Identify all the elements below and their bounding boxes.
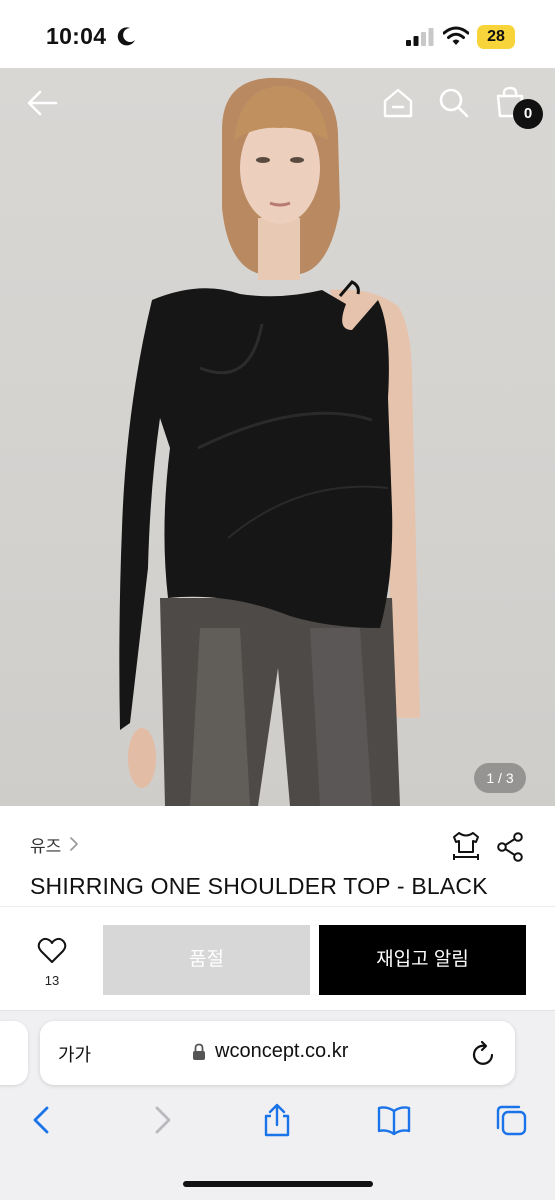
lock-icon	[193, 1043, 205, 1060]
url-text: wconcept.co.kr	[215, 1040, 349, 1062]
text-size-button[interactable]: 가가	[58, 1041, 91, 1067]
restock-alert-button[interactable]: 재입고 알림	[319, 925, 526, 995]
model-photo	[119, 77, 420, 806]
reload-icon[interactable]	[471, 1039, 497, 1067]
browser-toolbar: 가가 wconcept.co.kr	[0, 1010, 555, 1200]
search-icon[interactable]	[437, 86, 471, 120]
bookmarks-icon[interactable]	[377, 1103, 411, 1137]
product-image[interactable]: 0 1 / 3	[0, 68, 555, 806]
battery-indicator: 28	[477, 25, 515, 49]
back-arrow-icon[interactable]	[26, 86, 60, 120]
share-icon[interactable]	[496, 832, 524, 862]
heart-icon	[37, 937, 67, 963]
brand-name: 유즈	[30, 836, 62, 856]
status-bar: 10:04 28	[0, 0, 555, 68]
wishlist-button[interactable]: 13	[30, 937, 74, 988]
home-indicator	[183, 1181, 373, 1187]
moon-icon	[117, 27, 135, 46]
sold-out-button[interactable]: 품절	[103, 925, 310, 995]
safari-share-icon[interactable]	[260, 1103, 294, 1137]
image-counter: 1 / 3	[474, 763, 526, 793]
safari-back-icon[interactable]	[25, 1103, 59, 1137]
size-guide-icon[interactable]	[450, 830, 482, 864]
safari-forward-icon[interactable]	[145, 1103, 179, 1137]
address-bar[interactable]: 가가 wconcept.co.kr	[40, 1021, 515, 1085]
wifi-icon	[443, 26, 469, 45]
status-time: 10:04	[46, 23, 107, 49]
previous-tab-preview[interactable]	[0, 1021, 28, 1085]
tabs-icon[interactable]	[494, 1103, 528, 1137]
chevron-right-icon	[70, 837, 79, 851]
signal-icon	[406, 28, 434, 46]
product-title: SHIRRING ONE SHOULDER TOP - BLACK	[30, 873, 488, 899]
purchase-action-bar: 13 품절 재입고 알림	[0, 906, 555, 1010]
brand-link[interactable]: 유즈	[30, 832, 81, 856]
wish-count: 13	[44, 973, 60, 988]
cart-count-badge: 0	[513, 99, 543, 129]
home-icon[interactable]	[381, 86, 415, 120]
